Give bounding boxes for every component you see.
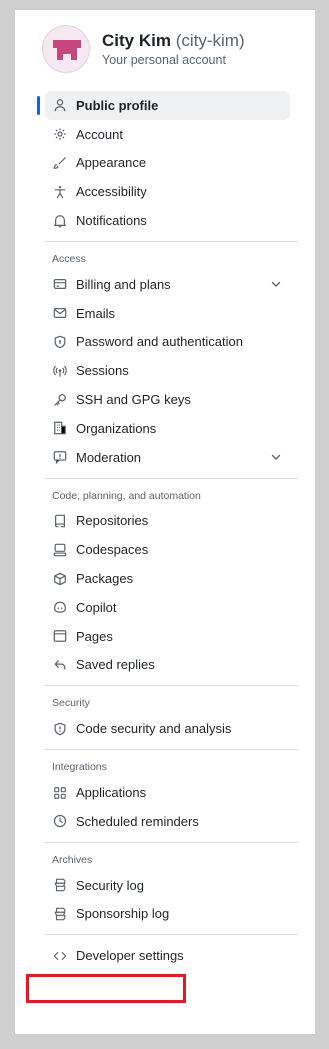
section-heading-archives: Archives bbox=[52, 853, 93, 866]
shield-lock-icon bbox=[53, 335, 67, 349]
sidebar-item-label: Pages bbox=[76, 628, 113, 644]
broadcast-icon bbox=[53, 364, 67, 378]
sidebar-item-label: Repositories bbox=[76, 513, 149, 529]
sidebar-item-label: Emails bbox=[76, 305, 116, 321]
sidebar-item-emails[interactable]: Emails bbox=[45, 299, 290, 328]
sidebar-item-label: Account bbox=[76, 126, 123, 142]
sidebar-item-label: Developer settings bbox=[76, 948, 184, 964]
package-icon bbox=[53, 572, 67, 586]
shield-icon bbox=[53, 722, 67, 736]
sidebar-item-label: Password and authentication bbox=[76, 334, 243, 350]
account-subtitle: Your personal account bbox=[102, 52, 226, 67]
sidebar-item-codespaces[interactable]: Codespaces bbox=[45, 535, 290, 564]
clock-icon bbox=[53, 814, 67, 828]
sidebar-item-label: Scheduled reminders bbox=[76, 813, 199, 829]
browser-icon bbox=[53, 629, 67, 643]
sidebar-item-pages[interactable]: Pages bbox=[45, 622, 290, 651]
section-divider bbox=[45, 934, 298, 936]
sidebar-item-label: Code security and analysis bbox=[76, 721, 232, 737]
section-heading-integrations: Integrations bbox=[52, 761, 107, 774]
person-icon bbox=[53, 98, 67, 112]
sidebar-item-security-log[interactable]: Security log bbox=[45, 871, 290, 900]
sidebar-item-label: Appearance bbox=[76, 155, 147, 171]
sidebar-item-label: Notifications bbox=[76, 213, 147, 229]
sidebar-item-copilot[interactable]: Copilot bbox=[45, 593, 290, 622]
sidebar-item-label: Sponsorship log bbox=[76, 906, 170, 922]
sidebar-item-label: Organizations bbox=[76, 420, 157, 436]
sidebar-item-appearance[interactable]: Appearance bbox=[45, 149, 290, 178]
bell-icon bbox=[53, 214, 67, 228]
sidebar-item-label: Public profile bbox=[76, 97, 159, 113]
sidebar-item-organizations[interactable]: Organizations bbox=[45, 414, 290, 443]
section-divider bbox=[45, 685, 298, 687]
account-name: City Kim (city-kim) bbox=[102, 31, 245, 51]
sidebar-item-public-profile[interactable]: Public profile bbox=[37, 91, 290, 120]
active-indicator bbox=[37, 96, 40, 115]
chevron-down-icon[interactable] bbox=[270, 278, 282, 290]
sidebar-item-label: Sessions bbox=[76, 363, 129, 379]
sidebar-item-applications[interactable]: Applications bbox=[45, 778, 290, 807]
sidebar-item-ssh-and-gpg-keys[interactable]: SSH and GPG keys bbox=[45, 385, 290, 414]
sidebar-item-accessibility[interactable]: Accessibility bbox=[45, 177, 290, 206]
sidebar-item-label: Applications bbox=[76, 785, 147, 801]
sidebar-item-developer-settings[interactable]: Developer settings bbox=[45, 941, 290, 970]
sidebar-item-packages[interactable]: Packages bbox=[45, 564, 290, 593]
sidebar-item-label: Packages bbox=[76, 571, 134, 587]
report-icon bbox=[53, 450, 67, 465]
account-header[interactable]: City Kim (city-kim) Your personal accoun… bbox=[42, 24, 315, 74]
code-icon bbox=[53, 949, 67, 963]
sidebar-item-billing-and-plans[interactable]: Billing and plans bbox=[45, 270, 290, 299]
log-icon bbox=[53, 878, 67, 892]
reply-icon bbox=[53, 658, 67, 672]
copilot-icon bbox=[53, 600, 67, 614]
log-icon bbox=[53, 907, 67, 921]
developer-settings-highlight bbox=[26, 974, 186, 1003]
sidebar-item-scheduled-reminders[interactable]: Scheduled reminders bbox=[45, 807, 290, 836]
sidebar-item-label: SSH and GPG keys bbox=[76, 392, 191, 408]
section-heading-access: Access bbox=[52, 252, 86, 265]
sidebar-item-label: Security log bbox=[76, 877, 144, 893]
sidebar-item-label: Saved replies bbox=[76, 657, 155, 673]
sidebar-item-moderation[interactable]: Moderation bbox=[45, 443, 290, 472]
section-divider bbox=[45, 841, 298, 843]
sidebar-item-account[interactable]: Account bbox=[45, 120, 290, 149]
sidebar-item-label: Moderation bbox=[76, 449, 142, 465]
avatar bbox=[42, 25, 90, 73]
credit-card-icon bbox=[53, 277, 67, 291]
sidebar-item-label: Accessibility bbox=[76, 184, 147, 200]
sidebar-item-label: Billing and plans bbox=[76, 276, 171, 292]
sidebar-item-sessions[interactable]: Sessions bbox=[45, 356, 290, 385]
chevron-down-icon[interactable] bbox=[270, 451, 282, 463]
organization-icon bbox=[53, 421, 67, 435]
gear-icon bbox=[53, 127, 67, 141]
section-heading-code-planning-and-automation: Code, planning, and automation bbox=[52, 489, 201, 502]
sidebar-item-label: Codespaces bbox=[76, 542, 149, 558]
account-display-name: City Kim bbox=[102, 31, 171, 51]
section-divider bbox=[45, 749, 298, 751]
repo-icon bbox=[53, 514, 67, 528]
accessibility-icon bbox=[53, 185, 67, 199]
paintbrush-icon bbox=[53, 156, 67, 170]
mail-icon bbox=[53, 306, 67, 320]
codespaces-icon bbox=[53, 543, 67, 557]
sidebar-item-sponsorship-log[interactable]: Sponsorship log bbox=[45, 900, 290, 929]
key-icon bbox=[53, 393, 67, 407]
sidebar-item-label: Copilot bbox=[76, 599, 117, 615]
section-divider bbox=[45, 240, 298, 242]
settings-nav: Public profile Account Appearance Accessibi… bbox=[15, 91, 315, 970]
section-divider bbox=[45, 477, 298, 479]
sidebar-item-saved-replies[interactable]: Saved replies bbox=[45, 651, 290, 680]
apps-icon bbox=[53, 786, 67, 800]
sidebar-item-repositories[interactable]: Repositories bbox=[45, 507, 290, 536]
settings-sidebar: City Kim (city-kim) Your personal accoun… bbox=[15, 10, 315, 1034]
sidebar-item-notifications[interactable]: Notifications bbox=[45, 206, 290, 235]
account-handle: (city-kim) bbox=[175, 31, 245, 51]
sidebar-item-password-and-authentication[interactable]: Password and authentication bbox=[45, 328, 290, 357]
section-heading-security: Security bbox=[52, 697, 90, 710]
sidebar-item-code-security-and-analysis[interactable]: Code security and analysis bbox=[45, 714, 290, 743]
